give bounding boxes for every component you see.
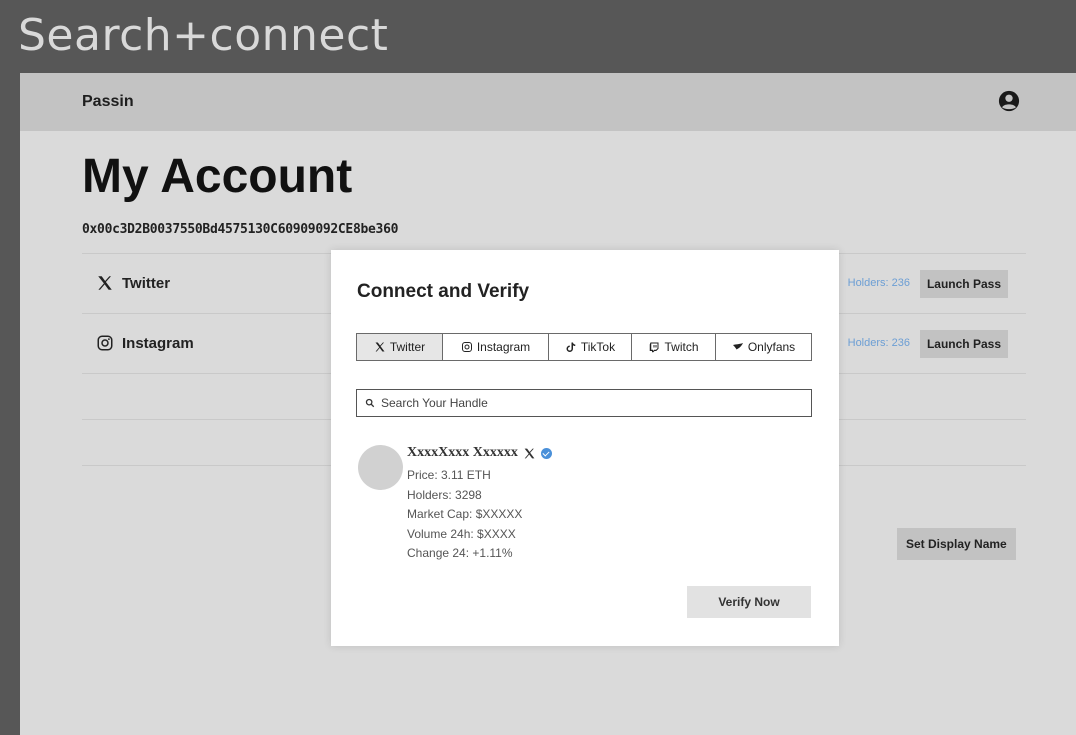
platform-tabs: Twitter Instagram TikTok Twitch Onlyfans (356, 333, 812, 361)
holders-link[interactable]: Holders: 236 (848, 277, 910, 289)
instagram-icon (461, 342, 472, 352)
result-change: Change 24: +1.11% (407, 546, 513, 560)
brand-name[interactable]: Passin (82, 93, 134, 111)
page-title: My Account (82, 150, 353, 203)
window-title: Search+connect (18, 10, 389, 61)
tab-label: TikTok (580, 340, 616, 354)
x-logo-icon (524, 448, 535, 458)
connect-verify-modal: Connect and Verify Twitter Instagram Tik… (331, 250, 839, 646)
search-icon (365, 398, 375, 408)
account-label-text: Twitter (122, 274, 171, 292)
tab-tiktok[interactable]: TikTok (549, 334, 632, 360)
result-market-cap: Market Cap: $XXXXX (407, 507, 523, 521)
search-input[interactable] (381, 396, 781, 410)
top-bar: Passin (20, 73, 1076, 131)
tab-instagram[interactable]: Instagram (443, 334, 549, 360)
tab-twitch[interactable]: Twitch (632, 334, 716, 360)
handle-search[interactable] (356, 389, 812, 417)
account-label-text: Instagram (122, 334, 194, 352)
account-label: Instagram (96, 334, 194, 352)
verify-now-button[interactable]: Verify Now (687, 586, 811, 618)
x-logo-icon (98, 276, 112, 290)
user-circle-icon[interactable] (998, 90, 1020, 112)
launch-pass-button[interactable]: Launch Pass (919, 270, 1008, 298)
holders-link[interactable]: Holders: 236 (848, 337, 910, 349)
tiktok-icon (566, 342, 576, 352)
set-display-name-button[interactable]: Set Display Name (897, 528, 1016, 560)
avatar (358, 445, 403, 490)
verified-badge-icon (540, 447, 552, 459)
onlyfans-icon (732, 343, 743, 350)
wallet-address: 0x00c3D2B0037550Bd4575130C60909092CE8be3… (82, 222, 399, 237)
search-result[interactable]: XxxxXxxx Xxxxxx Price: 3.11 ETH Holders:… (407, 445, 552, 564)
tab-onlyfans[interactable]: Onlyfans (716, 334, 811, 360)
twitch-icon (650, 342, 659, 353)
result-price: Price: 3.11 ETH (407, 468, 491, 482)
account-label: Twitter (96, 274, 170, 292)
tab-twitter[interactable]: Twitter (357, 334, 443, 360)
instagram-icon (97, 335, 113, 351)
modal-title: Connect and Verify (357, 281, 530, 302)
tab-label: Twitch (664, 340, 699, 354)
launch-pass-button[interactable]: Launch Pass (919, 330, 1008, 358)
result-name-row: XxxxXxxx Xxxxxx (407, 445, 552, 461)
result-name: XxxxXxxx Xxxxxx (407, 445, 518, 460)
tab-label: Instagram (476, 340, 531, 354)
x-logo-icon (375, 342, 385, 352)
result-holders: Holders: 3298 (407, 487, 482, 502)
tab-label: Twitter (389, 340, 426, 354)
tab-label: Onlyfans (747, 340, 796, 354)
result-volume: Volume 24h: $XXXX (407, 526, 516, 541)
